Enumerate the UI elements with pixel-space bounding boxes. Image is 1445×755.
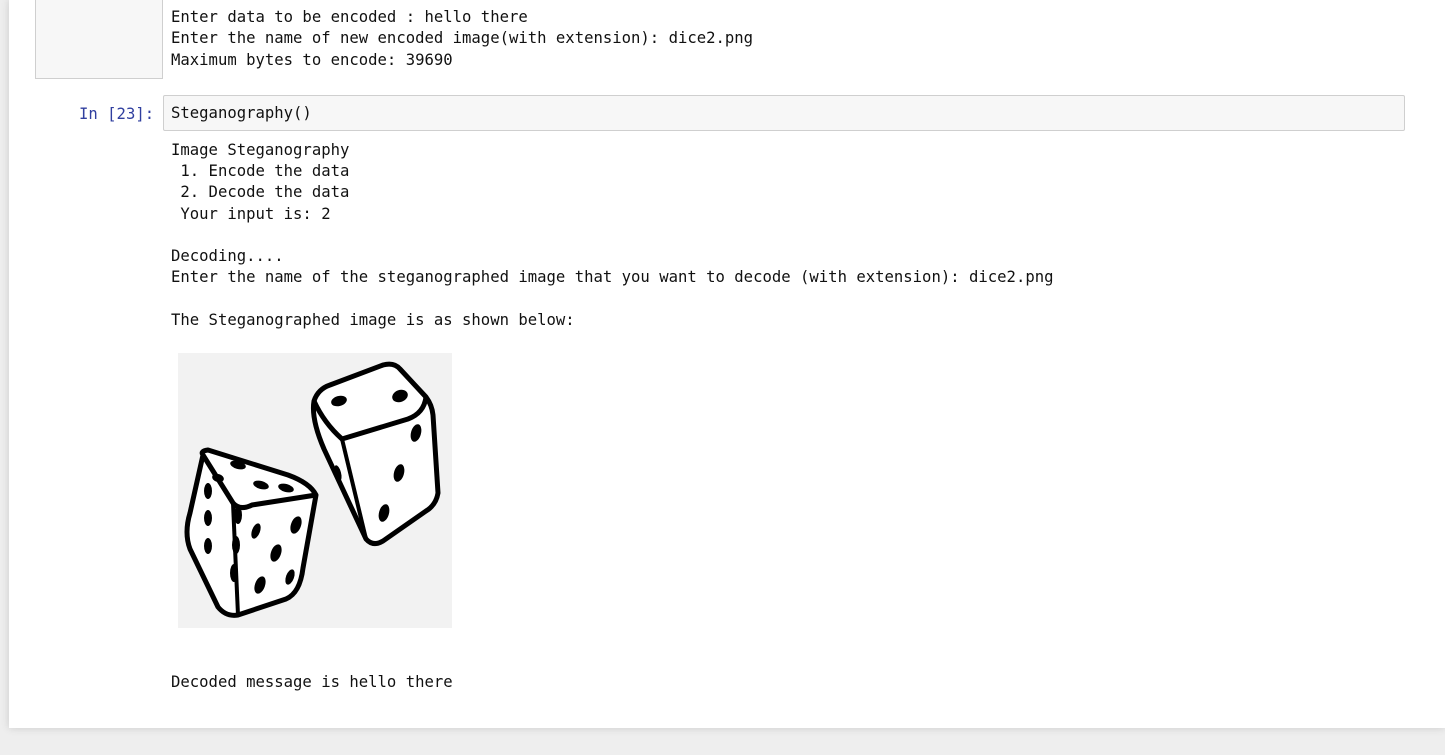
previous-cell-input-area[interactable] [35,0,163,79]
dice-image [178,353,452,628]
previous-output-line: Enter data to be encoded : hello there [171,8,528,26]
previous-output-line: Enter the name of new encoded image(with… [171,29,754,47]
code-text[interactable]: Steganography() [171,103,312,124]
cell-prompt: In [23]: [79,105,155,123]
output-line: Image Steganography [171,141,350,159]
output-line: Decoding.... [171,247,284,265]
output-line: Enter the name of the steganographed ima… [171,268,1054,286]
previous-output-line: Maximum bytes to encode: 39690 [171,51,453,69]
output-line: The Steganographed image is as shown bel… [171,311,575,329]
decoded-message: Decoded message is hello there [171,673,453,691]
output-line: 2. Decode the data [171,183,350,201]
output-line: Your input is: 2 [171,205,331,223]
output-line: 1. Encode the data [171,162,350,180]
notebook-page: Enter data to be encoded : hello there E… [9,0,1445,728]
dice-icon [184,361,441,618]
code-input-cell[interactable]: Steganography() [163,95,1405,131]
